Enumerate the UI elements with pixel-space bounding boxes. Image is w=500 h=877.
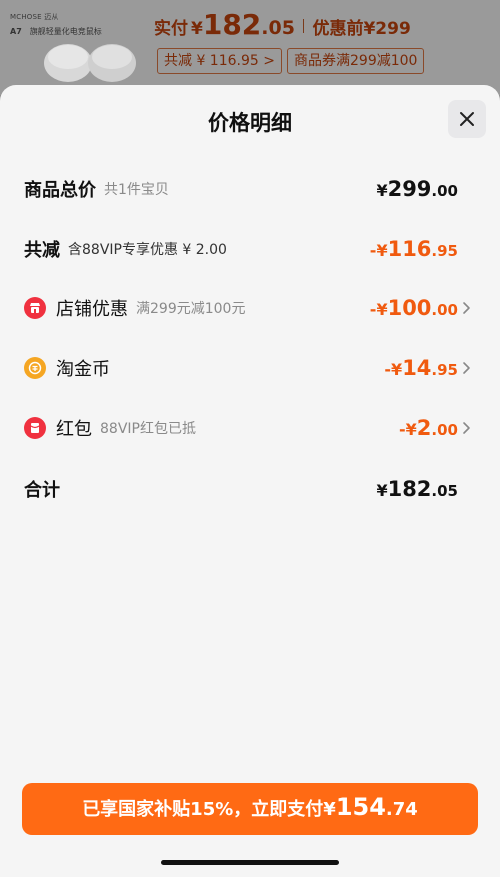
actual-pay-dec: .05 xyxy=(261,17,295,39)
shop-icon xyxy=(24,297,46,319)
close-button[interactable] xyxy=(448,100,486,138)
actual-pay-label: 实付 xyxy=(154,19,188,39)
background-price-row: 实付 ¥ 182 .05 优惠前 ¥299 xyxy=(154,8,411,44)
amount-int: 100 xyxy=(387,296,432,320)
chevron-right-icon xyxy=(463,422,470,434)
row-label: 合计 xyxy=(24,480,60,501)
pay-button-int: 154 xyxy=(335,793,386,821)
amount-int: 2 xyxy=(416,416,432,440)
amount-dec: .95 xyxy=(431,361,458,379)
row-label: 红包 xyxy=(56,419,92,440)
amount-int: 299 xyxy=(387,177,432,201)
amount-sign: -¥ xyxy=(384,360,403,379)
amount-dec: .00 xyxy=(431,182,458,200)
row-label: 店铺优惠 xyxy=(56,299,128,320)
amount-int: 116 xyxy=(387,237,432,261)
red-packet-icon xyxy=(24,417,46,439)
amount-sign: -¥ xyxy=(369,300,388,319)
amount-sign: ¥ xyxy=(376,181,388,200)
home-indicator[interactable] xyxy=(161,860,339,865)
coupon-tag: 商品券满299减100 xyxy=(287,48,425,74)
model-code: A7 xyxy=(10,27,22,36)
sheet-title: 价格明细 xyxy=(208,111,292,135)
chevron-right-icon xyxy=(463,362,470,374)
actual-pay-currency: ¥ xyxy=(191,19,203,39)
row-sub: 88VIP红包已抵 xyxy=(100,421,196,437)
amount-int: 182 xyxy=(387,477,432,501)
pay-button-text: 已享国家补贴15%，立即支付 xyxy=(82,799,324,820)
row-label: 商品总价 xyxy=(24,180,96,201)
row-shop-discount[interactable]: 店铺优惠 满299元减100元 -¥ 100 .00 xyxy=(0,288,500,328)
amount-dec: .00 xyxy=(431,301,458,319)
amount-dec: .05 xyxy=(431,482,458,500)
amount-sign: -¥ xyxy=(399,420,417,439)
amount-sign: -¥ xyxy=(369,241,388,260)
close-icon xyxy=(460,112,474,126)
pay-button-dec: .74 xyxy=(385,799,418,820)
row-total-reduce: 共减 含88VIP专享优惠 ¥ 2.00 -¥ 116 .95 xyxy=(0,229,500,269)
price-detail-sheet: 价格明细 商品总价 共1件宝贝 ¥ 299 .00 共减 含88VIP专享优惠 … xyxy=(0,85,500,877)
pay-now-button[interactable]: 已享国家补贴15%，立即支付 ¥ 154 .74 xyxy=(22,783,478,835)
row-total: 合计 ¥ 182 .05 xyxy=(0,469,500,509)
amount-sign: ¥ xyxy=(376,481,388,500)
chevron-right-icon xyxy=(463,302,470,314)
brand-text: MCHOSE 迈从 xyxy=(10,13,59,21)
total-reduce-tag: 共减 ¥ 116.95 > xyxy=(157,48,282,74)
mouse-product-image xyxy=(44,44,136,82)
pre-discount-price: ¥299 xyxy=(363,19,411,39)
row-sub: 满299元减100元 xyxy=(136,301,246,317)
row-red-packet[interactable]: 红包 88VIP红包已抵 -¥ 2 .00 xyxy=(0,408,500,448)
row-taojinbi[interactable]: 淘金币 -¥ 14 .95 xyxy=(0,348,500,388)
row-label: 淘金币 xyxy=(56,359,110,380)
row-label: 共减 xyxy=(24,240,60,261)
pay-button-currency: ¥ xyxy=(323,799,336,820)
pre-discount-label: 优惠前 xyxy=(312,19,364,39)
row-sub: 含88VIP专享优惠 ¥ 2.00 xyxy=(68,242,227,258)
coin-icon xyxy=(24,357,46,379)
amount-dec: .00 xyxy=(431,421,458,439)
row-sub: 共1件宝贝 xyxy=(104,182,169,198)
amount-int: 14 xyxy=(402,356,432,380)
background-product-header: MCHOSE 迈从 A7 旗舰轻量化电竞鼠标 实付 ¥ 182 .05 优惠前 ¥… xyxy=(0,0,500,95)
actual-pay-int: 182 xyxy=(202,8,262,41)
divider xyxy=(302,19,305,33)
amount-dec: .95 xyxy=(431,242,458,260)
row-total-price: 商品总价 共1件宝贝 ¥ 299 .00 xyxy=(0,169,500,209)
